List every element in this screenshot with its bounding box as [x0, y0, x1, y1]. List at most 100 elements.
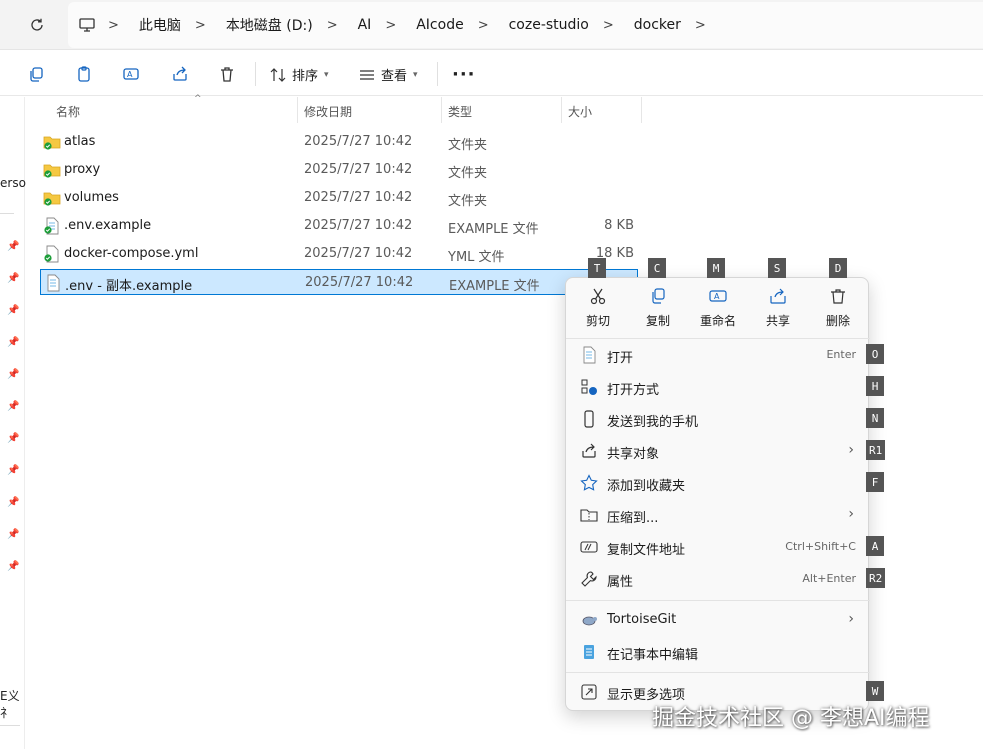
- breadcrumb-item[interactable]: 本地磁盘 (D:): [220, 15, 319, 35]
- zip-icon: [580, 509, 598, 522]
- table-row[interactable]: .env.example 2025/7/27 10:42 EXAMPLE 文件 …: [40, 213, 638, 239]
- more-options-icon: [581, 684, 597, 700]
- svg-text:A: A: [127, 70, 133, 79]
- menu-shortcut: Alt+Enter: [802, 572, 856, 585]
- chevron-right-icon[interactable]: >: [319, 18, 352, 33]
- file-name: atlas: [64, 134, 96, 149]
- paste-button[interactable]: [73, 63, 95, 85]
- folder-icon: [43, 192, 61, 206]
- menu-item-edit-notepad[interactable]: 在记事本中编辑: [566, 636, 870, 668]
- breadcrumb[interactable]: > 此电脑 > 本地磁盘 (D:) > AI > AIcode > coze-studi…: [68, 2, 983, 48]
- cut-button[interactable]: 剪切: [568, 286, 628, 334]
- copy-icon: [652, 288, 665, 304]
- chevron-right-icon[interactable]: >: [187, 18, 220, 33]
- access-key-badge: F: [866, 472, 884, 492]
- chevron-right-icon: ›: [848, 611, 854, 627]
- chevron-right-icon[interactable]: >: [100, 18, 133, 33]
- pin-icon[interactable]: 📌: [7, 433, 19, 444]
- menu-item-share-with[interactable]: 共享对象 ›: [566, 435, 870, 467]
- pin-icon[interactable]: 📌: [7, 337, 19, 348]
- delete-button[interactable]: [216, 63, 238, 85]
- file-date: 2025/7/27 10:42: [304, 246, 413, 261]
- copy-button[interactable]: [25, 63, 47, 85]
- pin-icon[interactable]: 📌: [7, 561, 19, 572]
- access-key-badge: R1: [866, 440, 886, 460]
- menu-item-send-to-phone[interactable]: 发送到我的手机: [566, 403, 870, 435]
- column-name[interactable]: 名称: [56, 103, 80, 120]
- table-row-selected[interactable]: .env - 副本.example 2025/7/27 10:42 EXAMPL…: [40, 269, 638, 295]
- chevron-right-icon: ›: [848, 506, 854, 522]
- column-size[interactable]: 大小: [568, 103, 592, 120]
- chevron-right-icon[interactable]: >: [595, 18, 628, 33]
- sort-button[interactable]: 排序 ▾: [270, 65, 329, 84]
- breadcrumb-item[interactable]: coze-studio: [503, 17, 595, 33]
- pin-icon[interactable]: 📌: [7, 497, 19, 508]
- column-divider[interactable]: [561, 97, 562, 123]
- view-icon: [360, 69, 374, 80]
- breadcrumb-item[interactable]: docker: [628, 17, 687, 33]
- menu-item-compress[interactable]: 压缩到... ›: [566, 499, 870, 531]
- file-size: 8 KB: [604, 218, 634, 233]
- pin-icon[interactable]: 📌: [7, 305, 19, 316]
- chevron-right-icon[interactable]: >: [687, 18, 720, 33]
- column-divider[interactable]: [297, 97, 298, 123]
- file-date: 2025/7/27 10:42: [304, 134, 413, 149]
- rename-button[interactable]: A: [120, 63, 142, 85]
- access-key-badge: D: [829, 258, 847, 278]
- nav-item-partial[interactable]: erso: [0, 176, 26, 190]
- table-row[interactable]: docker-compose.yml 2025/7/27 10:42 YML 文…: [40, 241, 638, 267]
- column-divider[interactable]: [441, 97, 442, 123]
- file-icon: [44, 217, 59, 235]
- file-type: EXAMPLE 文件: [448, 222, 539, 237]
- copy-button[interactable]: 复制: [628, 286, 688, 334]
- file-name: .env - 副本.example: [65, 279, 193, 294]
- chevron-right-icon[interactable]: >: [470, 18, 503, 33]
- table-row[interactable]: proxy 2025/7/27 10:42 文件夹: [40, 157, 638, 183]
- share-icon: [582, 443, 596, 458]
- pin-icon[interactable]: 📌: [7, 241, 19, 252]
- chevron-down-icon: ▾: [324, 69, 329, 80]
- more-button[interactable]: ···: [452, 64, 476, 85]
- table-row[interactable]: atlas 2025/7/27 10:42 文件夹: [40, 129, 638, 155]
- breadcrumb-item[interactable]: AI: [352, 17, 378, 33]
- refresh-button[interactable]: [26, 14, 48, 36]
- menu-item-copy-path[interactable]: 复制文件地址 Ctrl+Shift+C: [566, 531, 870, 563]
- phone-icon: [584, 410, 594, 428]
- column-date[interactable]: 修改日期: [304, 103, 352, 120]
- menu-item-open[interactable]: 打开 Enter: [566, 339, 870, 371]
- menu-item-properties[interactable]: 属性 Alt+Enter: [566, 563, 870, 595]
- watermark-text: 掘金技术社区 @ 李想AI编程: [652, 706, 930, 731]
- chevron-right-icon[interactable]: >: [377, 18, 410, 33]
- rename-button[interactable]: A 重命名: [688, 286, 748, 334]
- file-type: 文件夹: [448, 138, 488, 153]
- access-key-badge: H: [866, 376, 884, 396]
- share-button[interactable]: 共享: [748, 286, 808, 334]
- menu-item-open-with[interactable]: 打开方式: [566, 371, 870, 403]
- menu-separator: [566, 600, 870, 601]
- pin-icon[interactable]: 📌: [7, 273, 19, 284]
- pin-icon[interactable]: 📌: [7, 401, 19, 412]
- column-type[interactable]: 类型: [448, 103, 472, 120]
- computer-icon: [79, 18, 95, 32]
- menu-shortcut: Ctrl+Shift+C: [785, 540, 856, 553]
- breadcrumb-item[interactable]: AIcode: [410, 17, 469, 33]
- nav-item-partial[interactable]: E义礻: [0, 687, 24, 721]
- column-divider[interactable]: [641, 97, 642, 123]
- table-row[interactable]: volumes 2025/7/27 10:42 文件夹: [40, 185, 638, 211]
- menu-item-tortoisegit[interactable]: TortoiseGit ›: [566, 604, 870, 636]
- breadcrumb-item[interactable]: 此电脑: [133, 15, 187, 35]
- pin-icon[interactable]: 📌: [7, 529, 19, 540]
- view-button[interactable]: 查看 ▾: [359, 65, 418, 84]
- pin-icon[interactable]: 📌: [7, 369, 19, 380]
- menu-item-add-favorite[interactable]: 添加到收藏夹: [566, 467, 870, 499]
- access-key-badge: C: [648, 258, 666, 278]
- share-button[interactable]: [169, 63, 191, 85]
- scissors-icon: [590, 288, 606, 305]
- pin-icon[interactable]: 📌: [7, 465, 19, 476]
- file-date: 2025/7/27 10:42: [304, 162, 413, 177]
- file-name: proxy: [64, 162, 101, 177]
- cut-label: 剪切: [585, 314, 610, 328]
- file-date: 2025/7/27 10:42: [304, 218, 413, 233]
- delete-button[interactable]: 删除: [808, 286, 868, 334]
- access-key-badge: A: [866, 536, 884, 556]
